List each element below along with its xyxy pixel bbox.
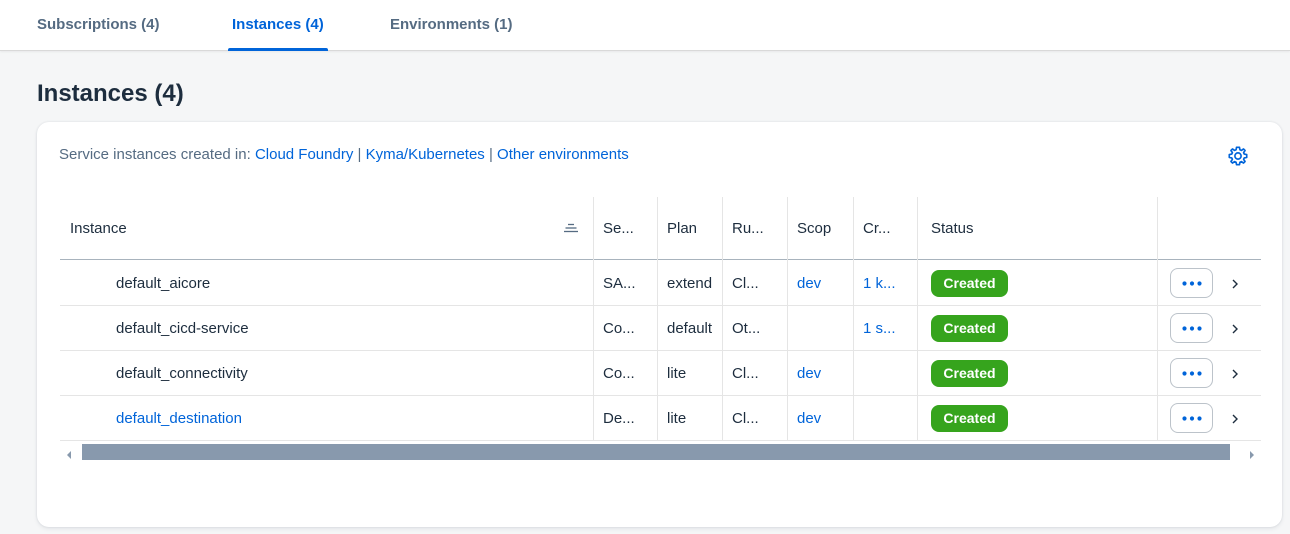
horizontal-scrollbar[interactable] (60, 443, 1261, 461)
instances-card: Service instances created in: Cloud Foun… (37, 122, 1282, 527)
cell-scope-link[interactable]: dev (787, 261, 853, 305)
cell-scope-link[interactable] (787, 306, 853, 350)
tab-environments-label: Environments (1) (390, 16, 513, 33)
overflow-dots-icon (1182, 371, 1202, 376)
status-badge: Created (931, 360, 1008, 387)
row-actions-button[interactable] (1170, 268, 1213, 298)
overflow-dots-icon (1182, 326, 1202, 331)
link-cloud-foundry[interactable]: Cloud Foundry (255, 146, 353, 163)
table-row[interactable]: default_aicore SA... extend Cl... dev 1 … (60, 261, 1261, 306)
tab-instances[interactable]: Instances (4) (228, 0, 328, 51)
cell-instance: default_connectivity (116, 365, 248, 382)
cell-instance: default_aicore (116, 275, 211, 292)
cell-runtime: Ot... (732, 320, 761, 337)
cell-service: De... (603, 410, 635, 427)
cell-created-link[interactable] (853, 351, 917, 395)
info-separator: | (353, 146, 366, 163)
cell-plan: lite (667, 410, 687, 427)
cell-service: Co... (603, 320, 635, 337)
row-actions-button[interactable] (1170, 313, 1213, 343)
tab-instances-label: Instances (4) (232, 16, 324, 33)
row-actions-button[interactable] (1170, 403, 1213, 433)
chevron-right-icon[interactable] (1230, 277, 1240, 289)
cell-plan: extend (667, 275, 713, 292)
row-actions-button[interactable] (1170, 358, 1213, 388)
sort-icon[interactable] (564, 221, 578, 235)
chevron-right-icon[interactable] (1230, 367, 1240, 379)
active-tab-indicator (228, 48, 328, 51)
scrollbar-thumb[interactable] (82, 444, 1230, 460)
column-header-service[interactable]: Se... (593, 197, 657, 260)
table-row[interactable]: default_destination De... lite Cl... dev… (60, 396, 1261, 441)
cell-plan: default (667, 320, 713, 337)
gear-icon[interactable] (1227, 145, 1249, 167)
table-header: Instance Se... Plan Ru... Scop Cr... Sta… (60, 197, 1261, 260)
status-badge: Created (931, 315, 1008, 342)
tab-subscriptions-label: Subscriptions (4) (37, 16, 160, 33)
cell-runtime: Cl... (732, 365, 759, 382)
cell-instance: default_cicd-service (116, 320, 249, 337)
cell-created-link[interactable]: 1 s... (853, 306, 917, 350)
column-header-status[interactable]: Status (917, 197, 1157, 260)
cell-created-link[interactable]: 1 k... (853, 261, 917, 305)
info-prefix: Service instances created in: (59, 146, 255, 163)
column-header-instance[interactable]: Instance (60, 197, 593, 260)
tab-bar: Subscriptions (4) Instances (4) Environm… (0, 0, 1290, 51)
page-title: Instances (4) (37, 80, 184, 107)
column-header-runtime[interactable]: Ru... (722, 197, 787, 260)
status-badge: Created (931, 405, 1008, 432)
link-other-environments[interactable]: Other environments (497, 146, 629, 163)
chevron-right-icon[interactable] (1230, 412, 1240, 424)
column-header-plan[interactable]: Plan (657, 197, 722, 260)
scroll-left-arrow-icon[interactable] (65, 447, 73, 459)
overflow-dots-icon (1182, 416, 1202, 421)
cell-scope-link[interactable]: dev (787, 351, 853, 395)
cell-runtime: Cl... (732, 410, 759, 427)
column-header-created[interactable]: Cr... (853, 197, 917, 260)
overflow-dots-icon (1182, 281, 1202, 286)
table-row[interactable]: default_cicd-service Co... default Ot...… (60, 306, 1261, 351)
cell-service: SA... (603, 275, 636, 292)
status-badge: Created (931, 270, 1008, 297)
info-separator: | (484, 146, 498, 163)
tab-environments[interactable]: Environments (1) (390, 0, 513, 51)
instances-table: Instance Se... Plan Ru... Scop Cr... Sta… (60, 197, 1261, 441)
scroll-right-arrow-icon[interactable] (1248, 447, 1256, 459)
environment-filter-line: Service instances created in: Cloud Foun… (59, 146, 629, 163)
link-kyma-kubernetes[interactable]: Kyma/Kubernetes (366, 146, 485, 163)
chevron-right-icon[interactable] (1230, 322, 1240, 334)
cell-scope-link[interactable]: dev (787, 396, 853, 440)
cell-runtime: Cl... (732, 275, 759, 292)
tab-subscriptions[interactable]: Subscriptions (4) (37, 0, 160, 51)
cell-created-link[interactable] (853, 396, 917, 440)
cell-plan: lite (667, 365, 687, 382)
table-row[interactable]: default_connectivity Co... lite Cl... de… (60, 351, 1261, 396)
cell-instance-link[interactable]: default_destination (60, 396, 593, 440)
cell-service: Co... (603, 365, 635, 382)
column-header-scope[interactable]: Scop (787, 197, 853, 260)
